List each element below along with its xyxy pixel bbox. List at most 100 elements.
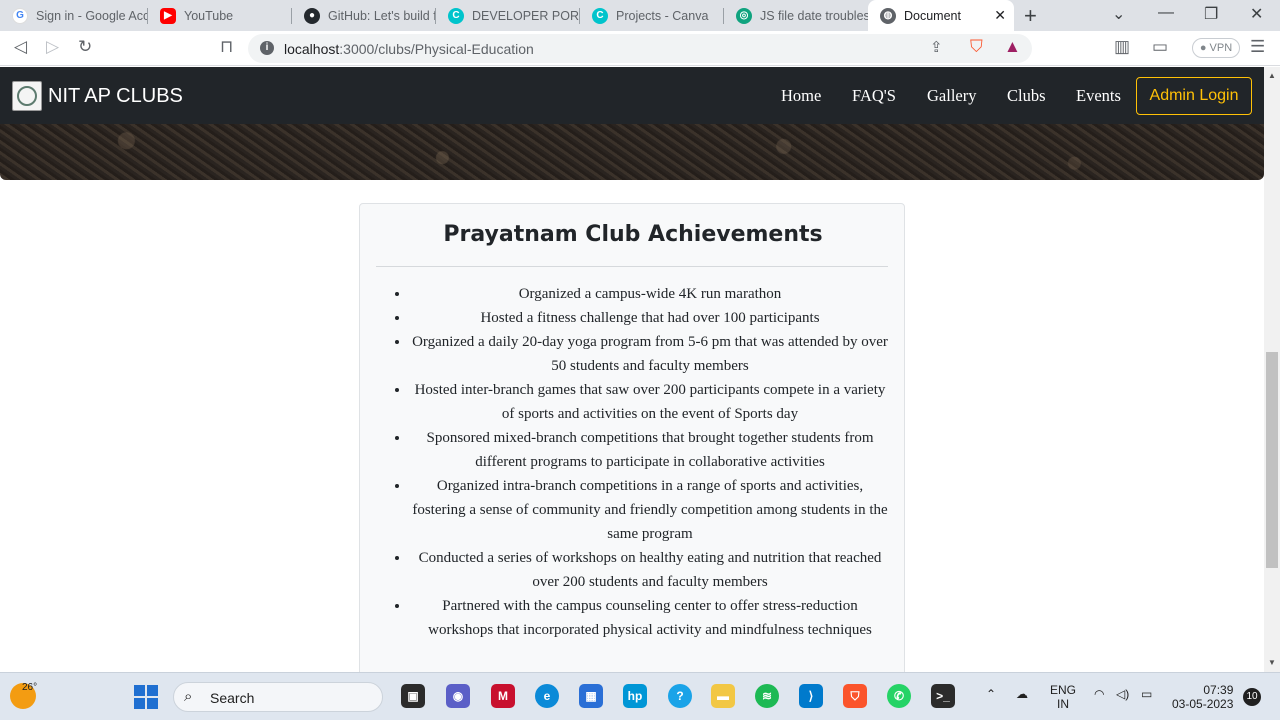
list-item: Hosted a fitness challenge that had over…	[410, 306, 890, 330]
tab-strip: G Sign in - Google Acc ▶ YouTube ● GitHu…	[0, 0, 1280, 31]
brave-rewards-icon[interactable]: ▲	[1004, 37, 1021, 57]
list-item: Sponsored mixed-branch competitions that…	[410, 426, 890, 474]
tab-document[interactable]: ◍ Document ✕	[868, 0, 1014, 31]
file-explorer-icon[interactable]: ▬	[711, 684, 735, 708]
vpn-label: VPN	[1209, 42, 1233, 54]
clock-time: 07:39	[1203, 683, 1234, 697]
list-item: Partnered with the campus counseling cen…	[410, 594, 890, 642]
wallet-icon[interactable]: ▭	[1152, 37, 1168, 57]
site-navbar: NIT AP CLUBS Home FAQ'S Gallery Clubs Ev…	[0, 67, 1264, 124]
brand-name: NIT AP CLUBS	[48, 84, 183, 107]
teams-icon[interactable]: ◉	[446, 684, 470, 708]
whatsapp-icon[interactable]: ✆	[887, 684, 911, 708]
close-tab-icon[interactable]: ✕	[994, 7, 1006, 24]
tab-title: Document	[904, 8, 961, 23]
list-item: Organized a campus-wide 4K run marathon	[410, 282, 890, 306]
brand[interactable]: NIT AP CLUBS	[12, 81, 183, 111]
nav-home[interactable]: Home	[781, 86, 821, 106]
battery-icon[interactable]: ▭	[1141, 687, 1152, 701]
canva-icon: C	[592, 7, 608, 24]
nav-gallery[interactable]: Gallery	[927, 86, 976, 106]
nav-faqs[interactable]: FAQ'S	[852, 86, 896, 106]
spotify-icon[interactable]: ≋	[755, 684, 779, 708]
search-label: Search	[210, 690, 255, 706]
tab-title: Projects - Canva	[616, 8, 709, 23]
tab-developer-portfolio[interactable]: C DEVELOPER PORTFC	[436, 0, 580, 31]
nav-clubs[interactable]: Clubs	[1007, 86, 1046, 106]
mcafee-icon[interactable]: M	[491, 684, 515, 708]
page-viewport: NIT AP CLUBS Home FAQ'S Gallery Clubs Ev…	[0, 67, 1264, 672]
url-host: localhost	[284, 41, 340, 57]
achievements-list: Organized a campus-wide 4K run marathon …	[376, 282, 890, 642]
tab-google-signin[interactable]: G Sign in - Google Acc	[0, 0, 148, 31]
menu-icon[interactable]: ☰	[1250, 37, 1265, 57]
nav-events[interactable]: Events	[1076, 86, 1121, 106]
clock[interactable]: 07:39 03-05-2023	[1172, 683, 1233, 711]
tab-canva-projects[interactable]: C Projects - Canva	[580, 0, 724, 31]
language-code: ENG	[1050, 683, 1077, 697]
github-icon: ●	[304, 7, 320, 24]
chatgpt-icon: ◎	[736, 7, 752, 24]
bookmark-icon[interactable]: ⊓	[220, 37, 233, 57]
address-bar[interactable]: i localhost:3000/clubs/Physical-Educatio…	[248, 34, 1032, 63]
volume-icon[interactable]: ◁)	[1116, 687, 1129, 701]
forward-icon[interactable]: ▷	[46, 37, 59, 57]
reload-icon[interactable]: ↻	[78, 37, 92, 57]
tab-title: DEVELOPER PORTFC	[472, 8, 580, 23]
start-icon[interactable]	[134, 685, 158, 709]
vscode-icon[interactable]: ⟩	[799, 684, 823, 708]
site-info-icon[interactable]: i	[260, 41, 274, 55]
temperature: 26°	[22, 682, 38, 693]
tab-chatgpt[interactable]: ◎ JS file date troublesl	[724, 0, 868, 31]
restore-icon[interactable]: ❐	[1204, 4, 1218, 24]
globe-icon: ◍	[880, 7, 896, 24]
terminal-icon[interactable]: >_	[931, 684, 955, 708]
brave-shield-icon[interactable]: ⛉	[970, 37, 983, 57]
url-path: :3000/clubs/Physical-Education	[339, 41, 534, 57]
vpn-button[interactable]: ● VPN	[1192, 38, 1240, 58]
tab-github[interactable]: ● GitHub: Let's build f	[292, 0, 436, 31]
brave-icon[interactable]: ⛉	[843, 684, 867, 708]
back-icon[interactable]: ◁	[14, 37, 27, 57]
tray-chevron-icon[interactable]: ⌃	[986, 687, 996, 701]
sidebar-icon[interactable]: ▥	[1114, 37, 1130, 57]
tab-search-chevron-icon[interactable]: ⌄	[1112, 4, 1125, 24]
notification-badge[interactable]: 10	[1243, 688, 1261, 706]
scroll-up-icon[interactable]: ▲	[1268, 71, 1276, 80]
url-text[interactable]: localhost:3000/clubs/Physical-Education	[284, 41, 534, 57]
canva-icon: C	[448, 7, 464, 24]
scroll-down-icon[interactable]: ▼	[1268, 658, 1276, 667]
edge-icon[interactable]: e	[535, 684, 559, 708]
page-scrollbar[interactable]: ▲ ▼	[1264, 67, 1280, 672]
store-icon[interactable]: ▦	[579, 684, 603, 708]
task-view-icon[interactable]: ▣	[401, 684, 425, 708]
nit-logo-icon	[12, 81, 42, 111]
browser-toolbar: ◁ ▷ ↻ ⊓ i localhost:3000/clubs/Physical-…	[0, 31, 1280, 66]
minimize-icon[interactable]: —	[1158, 4, 1174, 22]
wifi-icon[interactable]: ◠	[1094, 687, 1104, 701]
youtube-icon: ▶	[160, 7, 176, 24]
language-indicator[interactable]: ENG IN	[1050, 683, 1076, 711]
region-code: IN	[1057, 697, 1069, 711]
tab-title: YouTube	[184, 8, 234, 23]
hero-image	[0, 124, 1264, 180]
list-item: Organized a daily 20-day yoga program fr…	[410, 330, 890, 378]
tab-title: GitHub: Let's build f	[328, 8, 436, 23]
admin-login-button[interactable]: Admin Login	[1136, 77, 1252, 115]
search-icon: ⌕	[184, 688, 193, 705]
tab-title: JS file date troublesl	[760, 8, 868, 23]
share-icon[interactable]: ⇪	[930, 38, 943, 56]
close-window-icon[interactable]: ✕	[1250, 4, 1263, 24]
help-icon[interactable]: ?	[668, 684, 692, 708]
myhp-icon[interactable]: hp	[623, 684, 647, 708]
taskbar: 26° ⌕ Search ▣ ◉ M e ▦ hp ? ▬ ≋ ⟩ ⛉ ✆ >_…	[0, 672, 1280, 720]
google-icon: G	[12, 7, 28, 24]
achievements-title: Prayatnam Club Achievements	[443, 222, 823, 247]
new-tab-icon[interactable]: +	[1024, 3, 1037, 29]
tab-youtube[interactable]: ▶ YouTube	[148, 0, 292, 31]
list-item: Hosted inter-branch games that saw over …	[410, 378, 890, 426]
scrollbar-thumb[interactable]	[1266, 352, 1278, 568]
taskbar-search[interactable]: ⌕ Search	[173, 682, 383, 712]
onedrive-icon[interactable]: ☁	[1016, 687, 1028, 701]
list-item: Organized intra-branch competitions in a…	[410, 474, 890, 546]
